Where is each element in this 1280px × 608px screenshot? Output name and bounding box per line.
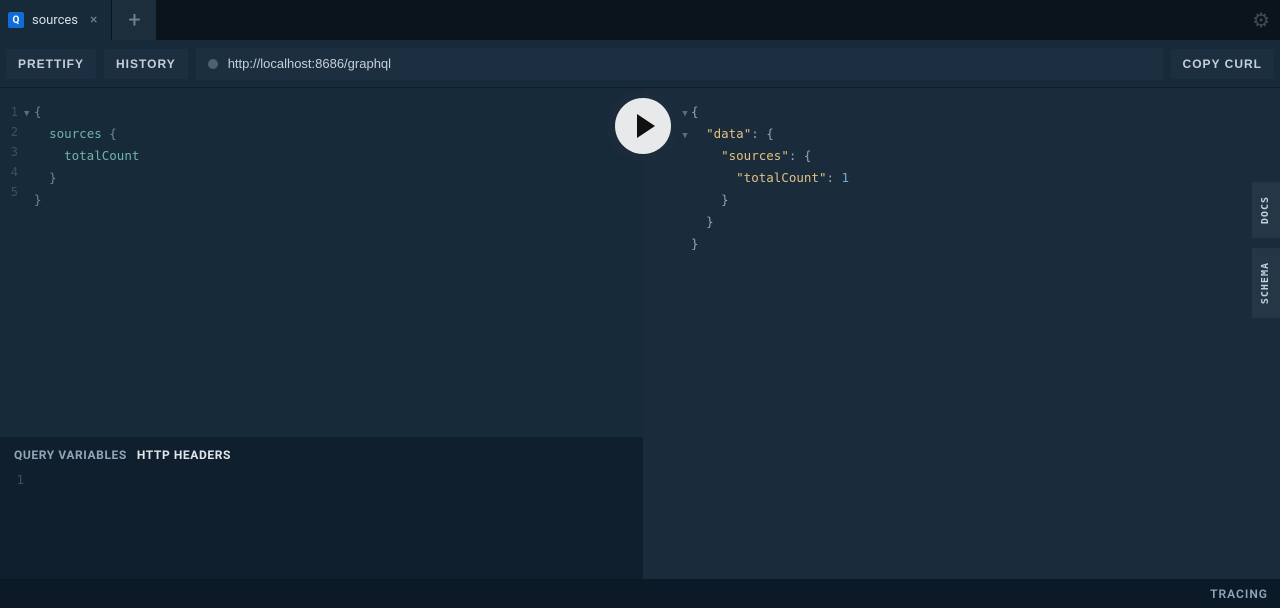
line-number: 3	[0, 142, 20, 162]
response-line: "sources": {	[681, 146, 1280, 168]
code-punct: }	[34, 192, 42, 207]
json-punct: }	[706, 214, 714, 229]
json-key: "totalCount"	[736, 170, 826, 185]
json-punct: {	[691, 104, 699, 119]
line-number: 4	[0, 162, 20, 182]
tab-strip: Q sources × + ⚙	[0, 0, 1280, 40]
tab-query-variables[interactable]: QUERY VARIABLES	[14, 448, 127, 462]
code-line: sources {	[24, 124, 643, 146]
code-line: }	[24, 168, 643, 190]
settings-button[interactable]: ⚙	[1252, 8, 1270, 32]
code-punct: }	[49, 170, 57, 185]
schema-button[interactable]: SCHEMA	[1252, 248, 1280, 318]
json-key: "sources"	[721, 148, 789, 163]
json-punct: }	[721, 192, 729, 207]
variables-panel: QUERY VARIABLES HTTP HEADERS 1	[0, 437, 643, 579]
json-key: "data"	[706, 126, 751, 141]
close-icon[interactable]: ×	[90, 13, 97, 27]
line-number: 1	[0, 102, 20, 122]
json-punct: :	[826, 170, 841, 185]
endpoint-url-bar[interactable]	[196, 48, 1163, 80]
code-line: ▼{	[24, 102, 643, 124]
copy-curl-button[interactable]: COPY CURL	[1171, 49, 1274, 79]
json-punct: : {	[789, 148, 812, 163]
response-line: }	[681, 234, 1280, 256]
response-line: ▼ "data": {	[681, 124, 1280, 146]
line-number: 1	[12, 470, 24, 490]
code-punct: {	[109, 126, 117, 141]
json-punct: : {	[751, 126, 774, 141]
variables-editor[interactable]: 1	[0, 470, 643, 490]
bottom-bar: TRACING	[0, 579, 1280, 608]
line-number: 5	[0, 182, 20, 202]
response-line: "totalCount": 1	[681, 168, 1280, 190]
tab-label: sources	[32, 13, 78, 28]
gear-icon: ⚙	[1252, 8, 1270, 32]
json-punct: }	[691, 236, 699, 251]
prettify-button[interactable]: PRETTIFY	[6, 49, 96, 79]
main-area: 12345 ▼{ sources { totalCount } } QUERY …	[0, 88, 1280, 579]
status-dot-icon	[208, 59, 218, 69]
endpoint-url-input[interactable]	[228, 56, 1151, 71]
fold-toggle-icon[interactable]: ▼	[681, 126, 689, 146]
code-punct: {	[34, 104, 42, 119]
response-line: ▼{	[681, 102, 1280, 124]
docs-button[interactable]: DOCS	[1252, 182, 1280, 238]
tab-http-headers[interactable]: HTTP HEADERS	[137, 448, 231, 462]
tracing-button[interactable]: TRACING	[1210, 587, 1268, 601]
response-viewer[interactable]: ▼{▼ "data": { "sources": { "totalCount":…	[681, 102, 1280, 256]
code-line: totalCount	[24, 146, 643, 168]
fold-toggle-icon[interactable]: ▼	[24, 104, 32, 124]
line-number-gutter: 12345	[0, 102, 20, 202]
code-field: totalCount	[64, 148, 139, 163]
plus-icon: +	[128, 8, 140, 33]
history-button[interactable]: HISTORY	[104, 49, 188, 79]
execute-button[interactable]	[615, 98, 671, 154]
add-tab-button[interactable]: +	[112, 0, 156, 40]
response-line: }	[681, 212, 1280, 234]
code-line: }	[24, 190, 643, 212]
tab-badge-icon: Q	[8, 12, 24, 28]
code-field: sources	[49, 126, 102, 141]
line-number: 2	[0, 122, 20, 142]
fold-toggle-icon[interactable]: ▼	[681, 104, 689, 124]
response-line: }	[681, 190, 1280, 212]
side-rail: DOCS SCHEMA	[1252, 182, 1280, 318]
query-editor[interactable]: 12345 ▼{ sources { totalCount } }	[0, 88, 643, 437]
json-number: 1	[842, 170, 850, 185]
response-pane: ▼{▼ "data": { "sources": { "totalCount":…	[643, 88, 1280, 579]
tab-sources[interactable]: Q sources ×	[0, 0, 112, 40]
query-pane: 12345 ▼{ sources { totalCount } } QUERY …	[0, 88, 643, 579]
toolbar: PRETTIFY HISTORY COPY CURL	[0, 40, 1280, 88]
